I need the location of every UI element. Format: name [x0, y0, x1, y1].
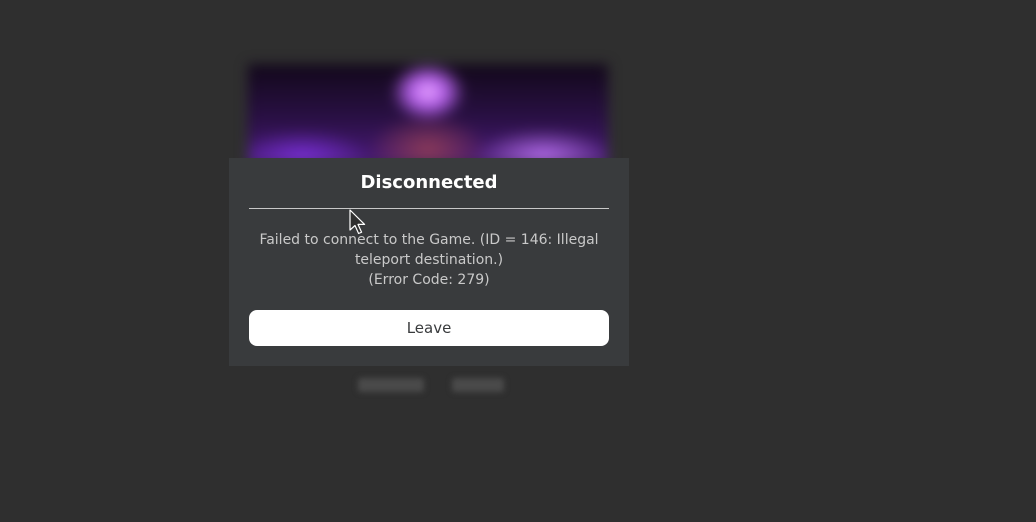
blurred-label	[452, 378, 504, 392]
disconnected-dialog: Disconnected Failed to connect to the Ga…	[229, 158, 629, 366]
dialog-title: Disconnected	[360, 172, 498, 193]
game-thumbnail	[248, 64, 608, 164]
leave-button[interactable]: Leave	[249, 310, 609, 346]
error-message: Failed to connect to the Game. (ID = 146…	[259, 230, 599, 290]
error-code-text: (Error Code: 279)	[368, 272, 490, 288]
blurred-label	[358, 378, 424, 392]
error-message-text: Failed to connect to the Game. (ID = 146…	[259, 232, 599, 268]
blurred-background-labels	[356, 374, 516, 398]
title-divider	[249, 208, 609, 209]
arrow-pointer-icon	[349, 209, 366, 235]
